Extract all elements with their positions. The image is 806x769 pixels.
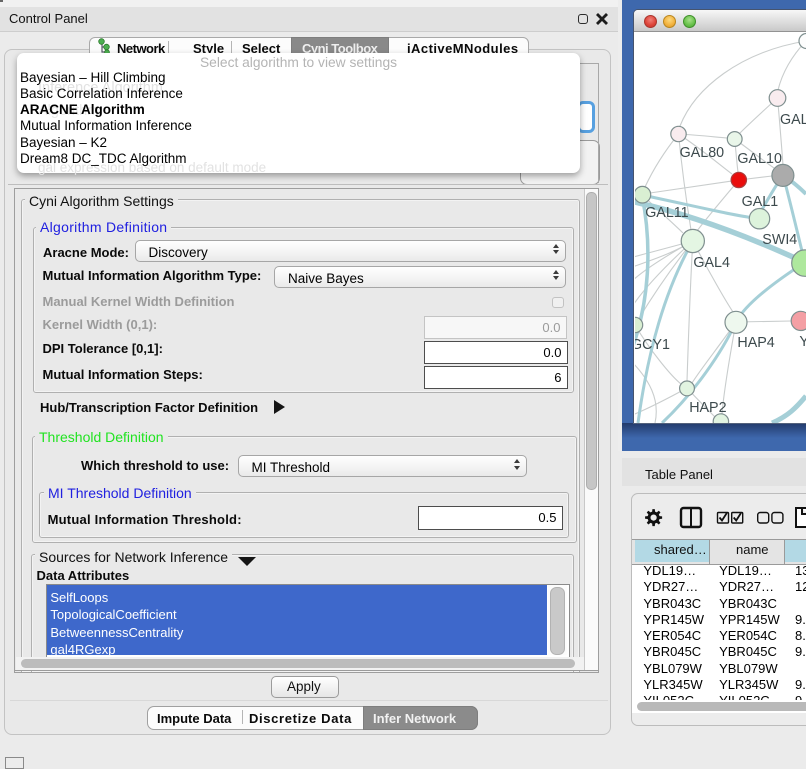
svg-text:GCY1: GCY1 bbox=[635, 337, 670, 353]
svg-text:GAL80: GAL80 bbox=[680, 145, 725, 161]
svg-text:YM: YM bbox=[799, 334, 806, 350]
svg-text:SWI4: SWI4 bbox=[762, 232, 797, 248]
svg-text:GAL8: GAL8 bbox=[780, 112, 806, 128]
svg-text:GAL1: GAL1 bbox=[742, 194, 779, 210]
svg-text:GAL11: GAL11 bbox=[645, 205, 688, 221]
svg-text:GAL4: GAL4 bbox=[693, 255, 730, 271]
svg-text:HAP2: HAP2 bbox=[689, 400, 726, 416]
svg-text:HAP4: HAP4 bbox=[737, 335, 774, 351]
svg-text:GAL10: GAL10 bbox=[737, 151, 782, 167]
